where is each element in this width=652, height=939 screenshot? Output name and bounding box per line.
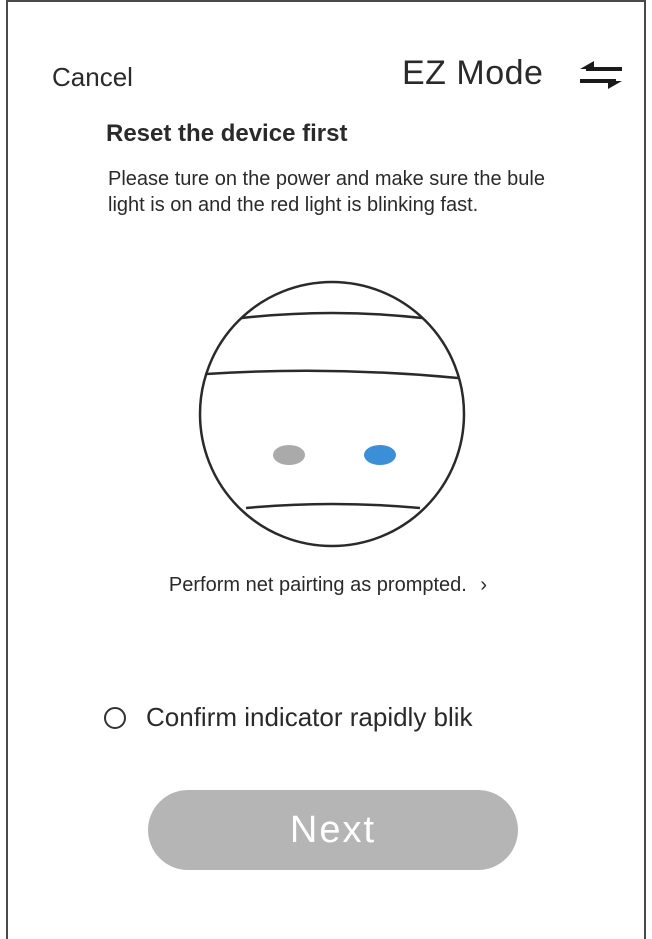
mode-title: EZ Mode (402, 54, 544, 92)
next-button[interactable]: Next (148, 790, 518, 870)
confirm-radio[interactable] (104, 706, 126, 729)
instruction-description: Please ture on the power and make sure t… (108, 168, 545, 216)
indicator-light-gray (273, 445, 305, 465)
device-illustration (198, 280, 466, 548)
confirm-indicator-option[interactable]: Confirm indicator rapidly blik (104, 702, 473, 733)
confirm-label: Confirm indicator rapidly blik (146, 702, 473, 732)
indicator-light-blue (364, 445, 396, 465)
swap-arrows-icon[interactable] (578, 60, 624, 90)
prompt-text: Perform net pairting as prompted. (168, 574, 467, 596)
chevron-right-icon: › (480, 574, 488, 596)
net-pairing-prompt-link[interactable]: Perform net pairting as prompted. › (8, 574, 648, 597)
cancel-button[interactable]: Cancel (52, 62, 133, 93)
instruction-heading: Reset the device first (106, 120, 348, 147)
screen-frame: Cancel EZ Mode Reset the device first Pl… (6, 0, 646, 939)
